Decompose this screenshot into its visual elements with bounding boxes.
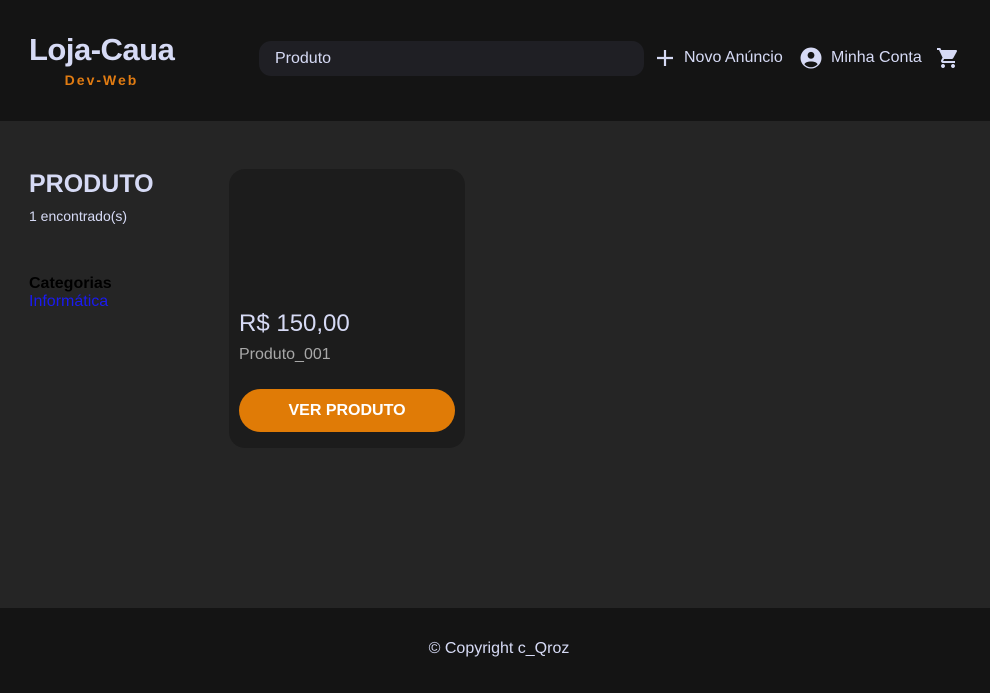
categories-heading: Categorias [29, 275, 112, 292]
plus-icon [655, 48, 684, 68]
copyright-text: © Copyright c_Qroz [428, 640, 570, 657]
account-label: Minha Conta [831, 49, 922, 66]
view-product-button[interactable]: VER PRODUTO [239, 389, 455, 432]
product-price: R$ 150,00 [239, 310, 350, 337]
product-image[interactable] [229, 169, 465, 299]
results-title: PRODUTO [29, 170, 154, 198]
product-name: Produto_001 [239, 346, 331, 363]
logo-title[interactable]: Loja-Caua [29, 30, 179, 70]
new-ad-button[interactable]: Novo Anúncio [655, 45, 783, 71]
search-input[interactable] [259, 41, 644, 76]
results-count: 1 encontrado(s) [29, 208, 128, 224]
account-button[interactable]: Minha Conta [800, 45, 922, 71]
logo-subtitle: Dev-Web [64, 72, 139, 88]
new-ad-label: Novo Anúncio [684, 49, 783, 66]
category-link-informatica[interactable]: Informática [29, 293, 108, 311]
account-circle-icon [800, 47, 831, 69]
footer: © Copyright c_Qroz [0, 608, 990, 693]
header: Loja-Caua Dev-Web Novo Anúncio Minha Con… [0, 0, 990, 121]
product-card[interactable]: R$ 150,00 Produto_001 VER PRODUTO [229, 169, 465, 448]
cart-button[interactable] [936, 45, 960, 71]
shopping-cart-icon [936, 46, 960, 70]
logo[interactable]: Loja-Caua Dev-Web [29, 30, 179, 88]
